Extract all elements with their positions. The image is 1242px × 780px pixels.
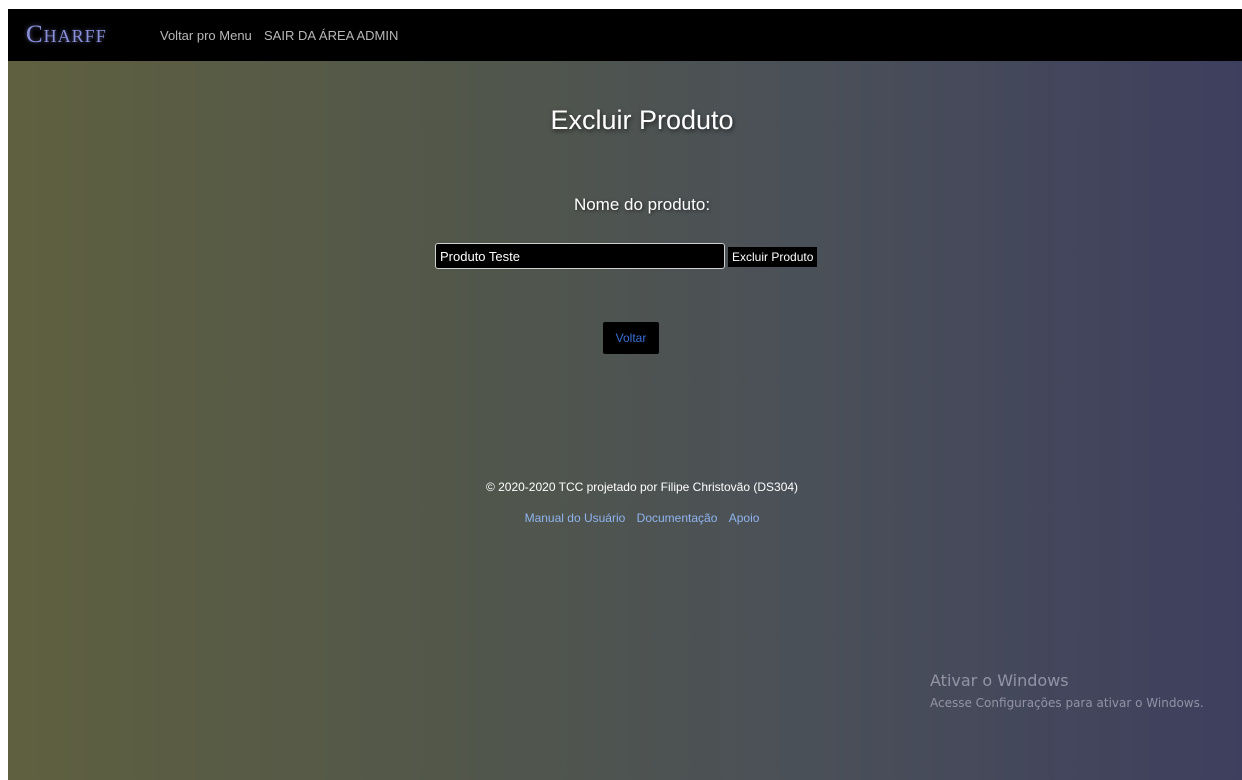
watermark-title: Ativar o Windows <box>930 671 1069 690</box>
watermark-subtitle: Acesse Configurações para ativar o Windo… <box>930 696 1204 710</box>
windows-activation-watermark: Ativar o Windows Acesse Configurações pa… <box>930 671 1204 711</box>
page-title: Excluir Produto <box>550 105 734 135</box>
footer-copyright: © 2020-2020 TCC projetado por Filipe Chr… <box>485 480 799 494</box>
back-button[interactable]: Voltar <box>603 322 659 354</box>
nav-link-exit-admin[interactable]: SAIR DA ÁREA ADMIN <box>264 28 398 44</box>
footer-link-user-manual[interactable]: Manual do Usuário <box>525 511 626 525</box>
nav-link-back-to-menu[interactable]: Voltar pro Menu <box>160 28 252 44</box>
delete-product-button[interactable]: Excluir Produto <box>728 247 818 267</box>
footer-link-documentation[interactable]: Documentação <box>637 511 718 525</box>
footer-link-support[interactable]: Apoio <box>729 511 760 525</box>
page-frame: Charff Voltar pro Menu SAIR DA ÁREA ADMI… <box>8 9 1242 780</box>
top-navbar: Charff Voltar pro Menu SAIR DA ÁREA ADMI… <box>8 9 1242 61</box>
product-name-label: Nome do produto: <box>573 195 711 214</box>
brand-logo[interactable]: Charff <box>26 21 107 49</box>
product-name-input[interactable] <box>435 243 725 269</box>
footer-links: Manual do Usuário Documentação Apoio <box>8 511 1242 526</box>
